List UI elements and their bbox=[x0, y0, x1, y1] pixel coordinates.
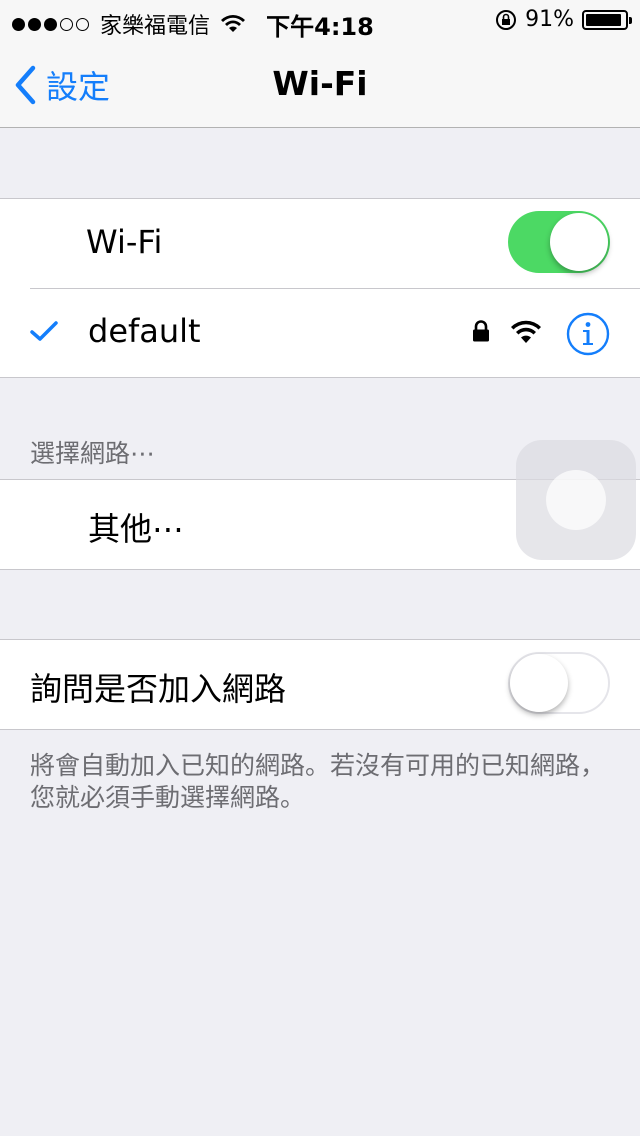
lock-icon bbox=[473, 320, 489, 342]
battery-percentage: 91% bbox=[525, 7, 574, 32]
wifi-toggle-label: Wi-Fi bbox=[86, 223, 163, 261]
ask-join-row: 詢問是否加入網路 bbox=[0, 640, 640, 729]
assistive-touch-button[interactable] bbox=[516, 440, 636, 560]
ask-join-group: 詢問是否加入網路 bbox=[0, 639, 640, 730]
ask-join-label: 詢問是否加入網路 bbox=[30, 670, 287, 708]
ask-join-footer: 將會自動加入已知的網路。若沒有可用的已知網路，您就必須手動選擇網路。 bbox=[30, 751, 606, 812]
ask-join-toggle[interactable] bbox=[508, 652, 610, 714]
assistive-touch-inner bbox=[546, 470, 606, 530]
checkmark-icon bbox=[30, 321, 58, 341]
network-name: default bbox=[88, 312, 201, 350]
battery-icon bbox=[582, 9, 632, 30]
status-right: 91% bbox=[495, 7, 632, 32]
ask-join-toggle-knob bbox=[510, 654, 568, 712]
connected-network-row[interactable]: default bbox=[0, 288, 640, 377]
rotation-lock-icon bbox=[496, 9, 517, 30]
wifi-toggle[interactable] bbox=[508, 211, 610, 273]
page-title: Wi-Fi bbox=[272, 64, 368, 103]
wifi-group: Wi-Fi default bbox=[0, 198, 640, 378]
wifi-signal-icon bbox=[511, 320, 541, 343]
other-network-label: 其他⋯ bbox=[88, 510, 185, 548]
navigation-bar: 設定 Wi-Fi bbox=[0, 40, 640, 128]
status-bar: 家樂福電信 下午4:18 91% bbox=[0, 0, 640, 41]
choose-network-header: 選擇網路⋯ bbox=[30, 439, 156, 468]
wifi-toggle-row: Wi-Fi bbox=[0, 199, 640, 288]
info-icon[interactable] bbox=[566, 312, 610, 356]
wifi-toggle-knob bbox=[550, 213, 608, 271]
